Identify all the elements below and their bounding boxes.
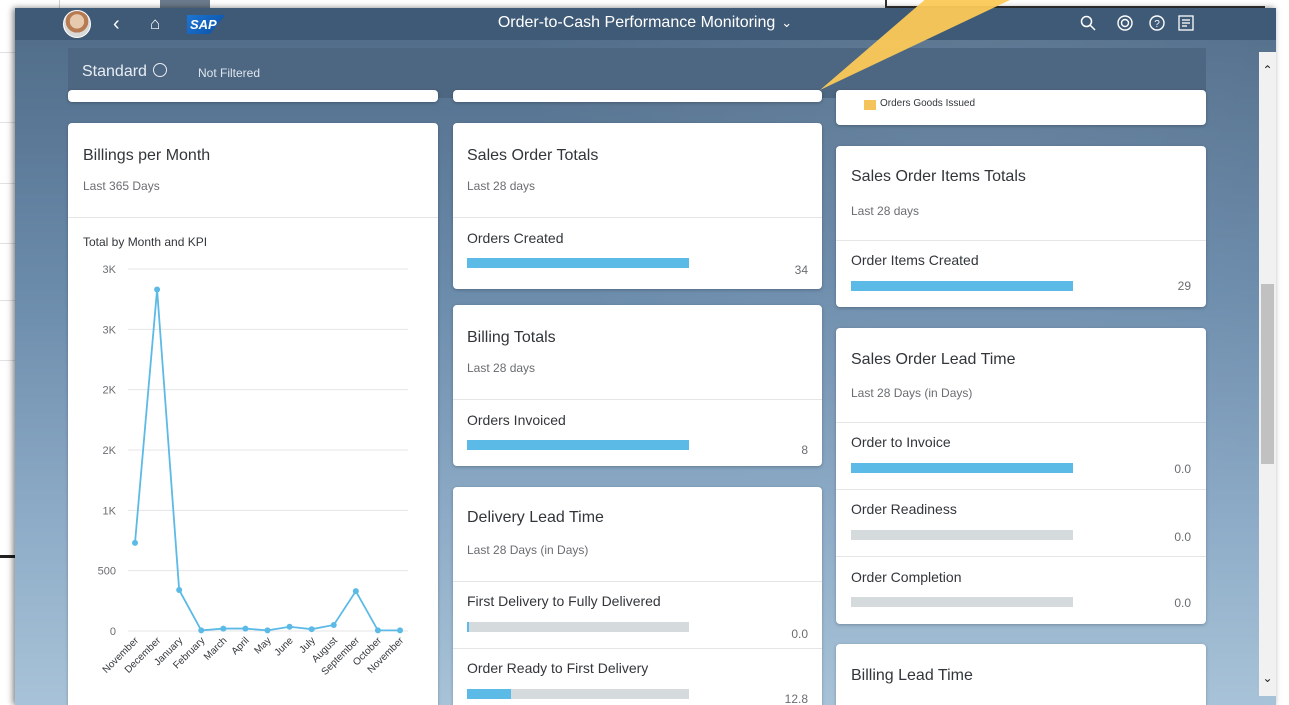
data-point[interactable] <box>198 627 205 634</box>
series-line <box>134 289 400 632</box>
card-title: Sales Order Items Totals <box>851 168 1026 185</box>
x-tick-label: March <box>202 635 229 662</box>
copilot-icon[interactable] <box>1116 14 1134 32</box>
kpi-value: 0.0 <box>1174 596 1191 610</box>
notifications-icon[interactable] <box>1178 15 1194 31</box>
search-icon[interactable] <box>1080 15 1096 31</box>
x-tick-label: April <box>230 635 252 657</box>
scroll-down-icon[interactable]: ⌄ <box>1259 670 1276 687</box>
kpi-label: Order Completion <box>851 569 962 585</box>
card-title: Delivery Lead Time <box>467 509 604 526</box>
kpi-value: 34 <box>794 263 808 277</box>
app-window: ‹ ⌂ SAP Order-to-Cash Performance Monito… <box>15 8 1276 705</box>
scroll-up-icon[interactable]: ⌃ <box>1259 62 1276 79</box>
data-point[interactable] <box>154 286 161 293</box>
data-point[interactable] <box>132 539 138 546</box>
svg-text:?: ? <box>1154 19 1160 30</box>
kpi-bar <box>851 463 1073 473</box>
kpi-label: Order Readiness <box>851 501 957 517</box>
card-delivery-lead-time[interactable]: Delivery Lead Time Last 28 Days (in Days… <box>453 487 822 705</box>
data-point[interactable] <box>352 588 359 595</box>
data-point[interactable] <box>242 625 249 632</box>
kpi-value: 8 <box>801 443 808 457</box>
kpi-bar <box>851 597 1073 607</box>
kpi-value: 0.0 <box>791 627 808 641</box>
x-tick-label: May <box>252 635 273 656</box>
user-avatar[interactable] <box>63 10 91 38</box>
card-subtitle: Last 365 Days <box>83 179 160 193</box>
y-tick-label: 1K <box>103 505 117 517</box>
card-subtitle: Last 28 days <box>851 204 920 218</box>
card-sales-order-totals[interactable]: Sales Order Totals Last 28 days Orders C… <box>453 123 822 289</box>
data-point[interactable] <box>176 586 183 593</box>
home-icon[interactable]: ⌂ <box>150 12 160 36</box>
card-partial-middle <box>453 90 822 102</box>
card-title: Billings per Month <box>83 147 211 164</box>
data-point[interactable] <box>330 621 337 628</box>
card-subtitle: Last 28 Days (in Days) <box>851 386 973 400</box>
kpi-bar <box>467 622 689 632</box>
kpi-label: Order Ready to First Delivery <box>467 660 649 676</box>
kpi-value: 0.0 <box>1174 530 1191 544</box>
card-title: Billing Totals <box>467 329 556 346</box>
card-title: Sales Order Totals <box>467 147 599 164</box>
filter-status: Not Filtered <box>198 66 261 80</box>
card-subtitle: Last 28 Days (in Days) <box>467 543 589 557</box>
help-icon[interactable]: ? <box>1148 14 1166 32</box>
card-partial-right: Orders Goods Issued <box>836 90 1206 125</box>
chevron-down-icon: ⌄ <box>781 15 793 30</box>
app-title-menu[interactable]: Order-to-Cash Performance Monitoring ⌄ <box>475 14 815 32</box>
kpi-bar <box>467 258 689 268</box>
y-tick-label: 2K <box>103 385 117 397</box>
app-title: Order-to-Cash Performance Monitoring <box>497 14 776 31</box>
back-icon[interactable]: ‹ <box>113 12 120 36</box>
kpi-bar <box>467 440 689 450</box>
sap-logo[interactable]: SAP <box>187 15 225 34</box>
kpi-value: 0.0 <box>1174 462 1191 476</box>
y-tick-label: 500 <box>98 566 116 578</box>
background-tab <box>160 0 210 8</box>
variant-selector[interactable]: Standard <box>82 62 167 81</box>
legend-swatch <box>864 100 876 110</box>
kpi-label: Orders Invoiced <box>467 412 566 428</box>
data-point[interactable] <box>220 625 227 632</box>
data-point[interactable] <box>397 627 403 634</box>
x-tick-label: June <box>273 635 296 658</box>
kpi-label: First Delivery to Fully Delivered <box>467 593 661 609</box>
y-tick-label: 3K <box>103 264 117 276</box>
billings-line-chart[interactable]: 05001K2K2K3K3KNovemberDecemberJanuaryFeb… <box>68 263 438 705</box>
vertical-scrollbar[interactable]: ⌃ ⌄ <box>1259 52 1276 696</box>
y-tick-label: 0 <box>110 626 116 638</box>
chevron-circle-icon <box>152 62 167 77</box>
variant-label: Standard <box>82 63 147 80</box>
data-point[interactable] <box>264 627 271 634</box>
card-subtitle: Last 28 days <box>467 179 536 193</box>
card-subtitle: Last 28 days <box>467 361 536 375</box>
kpi-value: 29 <box>1177 279 1191 293</box>
kpi-bar <box>851 530 1073 540</box>
card-title: Sales Order Lead Time <box>851 351 1016 368</box>
card-title: Billing Lead Time <box>851 667 973 684</box>
scroll-thumb[interactable] <box>1261 284 1274 464</box>
card-billing-lead-time[interactable]: Billing Lead Time <box>836 644 1206 705</box>
card-sales-order-items-totals[interactable]: Sales Order Items Totals Last 28 days Or… <box>836 146 1206 307</box>
y-tick-label: 2K <box>103 445 117 457</box>
data-point[interactable] <box>308 626 315 633</box>
legend-label: Orders Goods Issued <box>880 98 976 109</box>
chart-label: Total by Month and KPI <box>83 235 208 249</box>
kpi-label: Order Items Created <box>851 252 979 268</box>
card-billings-per-month[interactable]: Billings per Month Last 365 Days Total b… <box>68 123 438 705</box>
kpi-label: Order to Invoice <box>851 434 951 450</box>
kpi-value: 12.8 <box>784 692 808 705</box>
y-tick-label: 3K <box>103 324 117 336</box>
kpi-bar <box>467 689 689 699</box>
kpi-label: Orders Created <box>467 230 564 246</box>
data-point[interactable] <box>374 627 381 634</box>
card-sales-order-lead-time[interactable]: Sales Order Lead Time Last 28 Days (in D… <box>836 328 1206 624</box>
card-billing-totals[interactable]: Billing Totals Last 28 days Orders Invoi… <box>453 305 822 466</box>
card-partial-left <box>68 90 438 102</box>
kpi-bar <box>851 281 1073 291</box>
shell-bar: ‹ ⌂ SAP Order-to-Cash Performance Monito… <box>15 8 1276 40</box>
data-point[interactable] <box>286 623 293 630</box>
